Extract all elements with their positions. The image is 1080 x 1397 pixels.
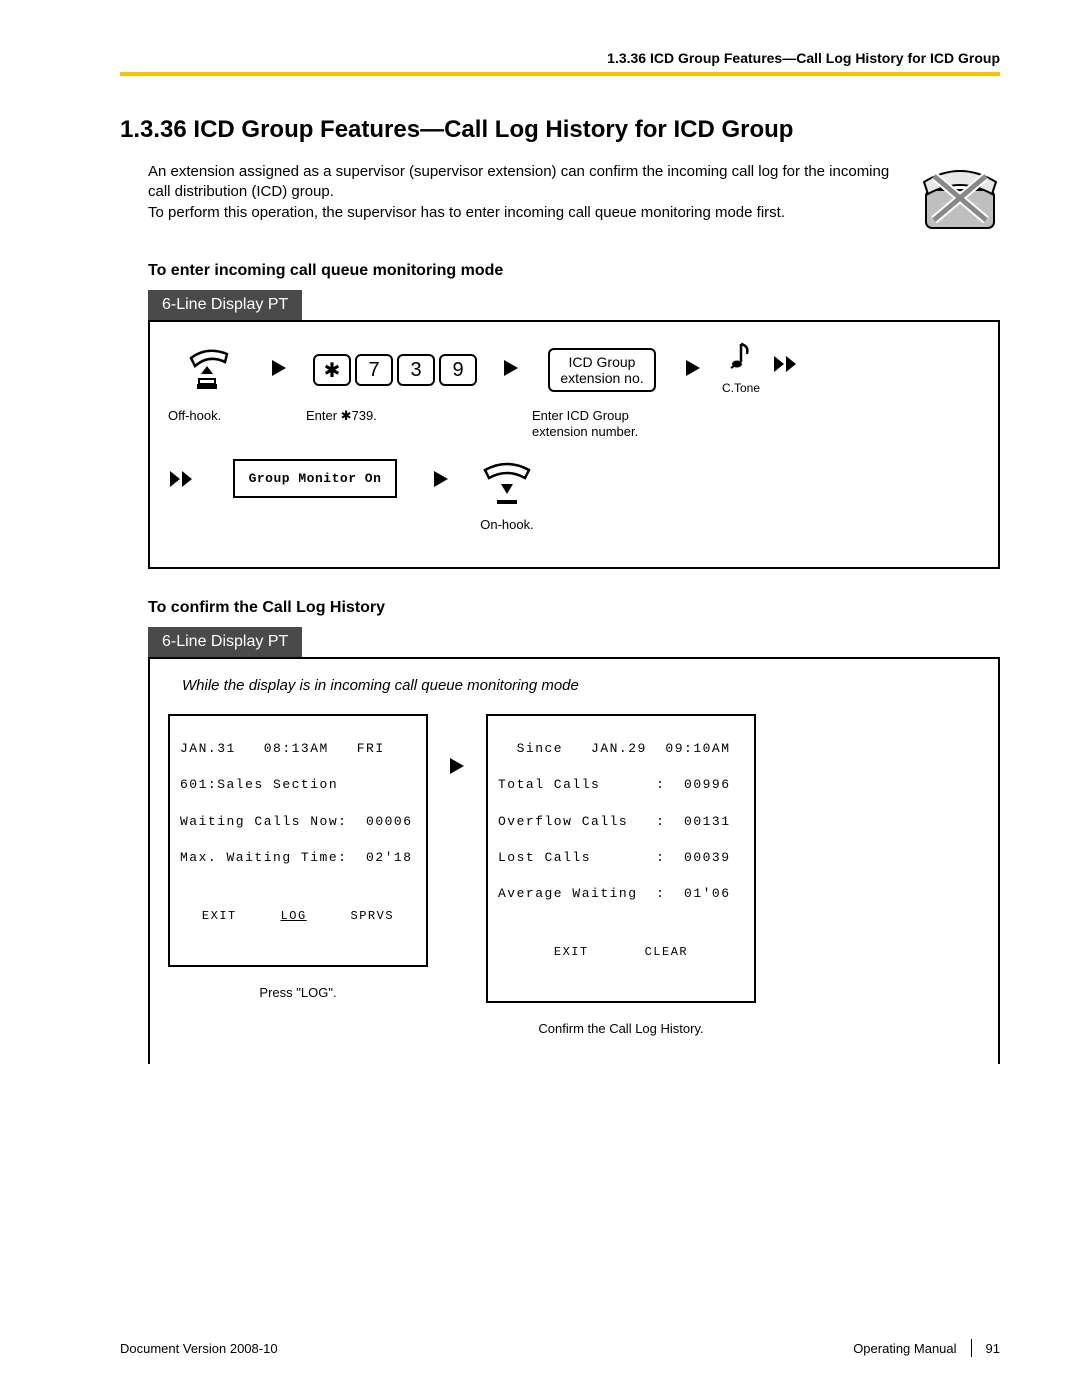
ctone-icon	[727, 340, 755, 377]
footer-separator	[971, 1339, 972, 1357]
arrow-icon	[684, 358, 702, 378]
lcd2-line1: Since JAN.29 09:10AM	[498, 740, 744, 758]
lcd2-line2: Total Calls : 00996	[498, 776, 744, 794]
lcd1-softkey-sprvs: SPRVS	[351, 908, 395, 925]
monitoring-mode-note: While the display is in incoming call qu…	[182, 677, 980, 694]
arrow-icon	[270, 358, 288, 378]
running-head: 1.3.36 ICD Group Features—Call Log Histo…	[120, 50, 1000, 72]
lcd2-caption: Confirm the Call Log History.	[486, 1021, 756, 1036]
group-monitor-display: Group Monitor On	[233, 459, 398, 498]
arrow-icon	[502, 358, 520, 378]
ext-box-line2: extension no.	[560, 370, 643, 386]
ext-box-line1: ICD Group	[560, 354, 643, 370]
lcd1-softkey-log: LOG	[281, 908, 307, 925]
page-title: 1.3.36 ICD Group Features—Call Log Histo…	[120, 116, 1000, 144]
enter-code-label: Enter ✱739.	[306, 408, 377, 424]
onhook-label: On-hook.	[480, 517, 533, 533]
lcd1-line4: Max. Waiting Time: 02'18	[180, 849, 416, 867]
key-star: ✱	[313, 354, 351, 386]
display-pt-tab-2: 6-Line Display PT	[148, 627, 302, 657]
lcd2-softkey-clear: CLEAR	[645, 944, 689, 961]
icd-group-ext-box: ICD Group extension no.	[548, 348, 655, 392]
lcd-screen-1: JAN.31 08:13AM FRI 601:Sales Section Wai…	[168, 714, 428, 967]
lcd-screen-2: Since JAN.29 09:10AM Total Calls : 00996…	[486, 714, 756, 1003]
lcd1-line1: JAN.31 08:13AM FRI	[180, 740, 416, 758]
lcd1-caption: Press "LOG".	[168, 985, 428, 1000]
offhook-icon	[183, 340, 243, 400]
manual-name: Operating Manual	[853, 1341, 956, 1356]
page-number: 91	[986, 1341, 1000, 1356]
intro-p2: To perform this operation, the superviso…	[148, 203, 900, 223]
flow-box-1: Off-hook. ✱ 7 3 9 Enter ✱739.	[148, 320, 1000, 569]
lcd2-line3: Overflow Calls : 00131	[498, 813, 744, 831]
lcd2-line4: Lost Calls : 00039	[498, 849, 744, 867]
section2-heading: To confirm the Call Log History	[120, 599, 1000, 617]
flow-box-2: While the display is in incoming call qu…	[148, 657, 1000, 1064]
lcd2-softkey-exit: EXIT	[554, 944, 589, 961]
enter-ext-label: Enter ICD Group extension number.	[532, 408, 638, 441]
page-footer: Document Version 2008-10 Operating Manua…	[120, 1339, 1000, 1357]
lcd1-softkey-exit: EXIT	[202, 908, 237, 925]
section1-heading: To enter incoming call queue monitoring …	[120, 262, 1000, 280]
header-rule	[120, 72, 1000, 76]
intro-p1: An extension assigned as a supervisor (s…	[148, 162, 900, 203]
display-pt-tab: 6-Line Display PT	[148, 290, 302, 320]
intro-text: An extension assigned as a supervisor (s…	[120, 162, 900, 232]
arrow-icon	[432, 469, 450, 489]
telephone-crossout-icon	[920, 162, 1000, 232]
onhook-icon	[477, 459, 537, 509]
lcd2-line5: Average Waiting : 01'06	[498, 885, 744, 903]
arrow-icon	[448, 756, 466, 776]
cont-arrow-icon	[772, 354, 802, 374]
ctone-label: C.Tone	[722, 381, 760, 395]
cont-arrow-icon	[168, 469, 198, 489]
key-7: 7	[355, 354, 393, 386]
key-9: 9	[439, 354, 477, 386]
key-3: 3	[397, 354, 435, 386]
offhook-label: Off-hook.	[168, 408, 221, 424]
lcd1-line3: Waiting Calls Now: 00006	[180, 813, 416, 831]
doc-version: Document Version 2008-10	[120, 1341, 278, 1356]
lcd1-line2: 601:Sales Section	[180, 776, 416, 794]
